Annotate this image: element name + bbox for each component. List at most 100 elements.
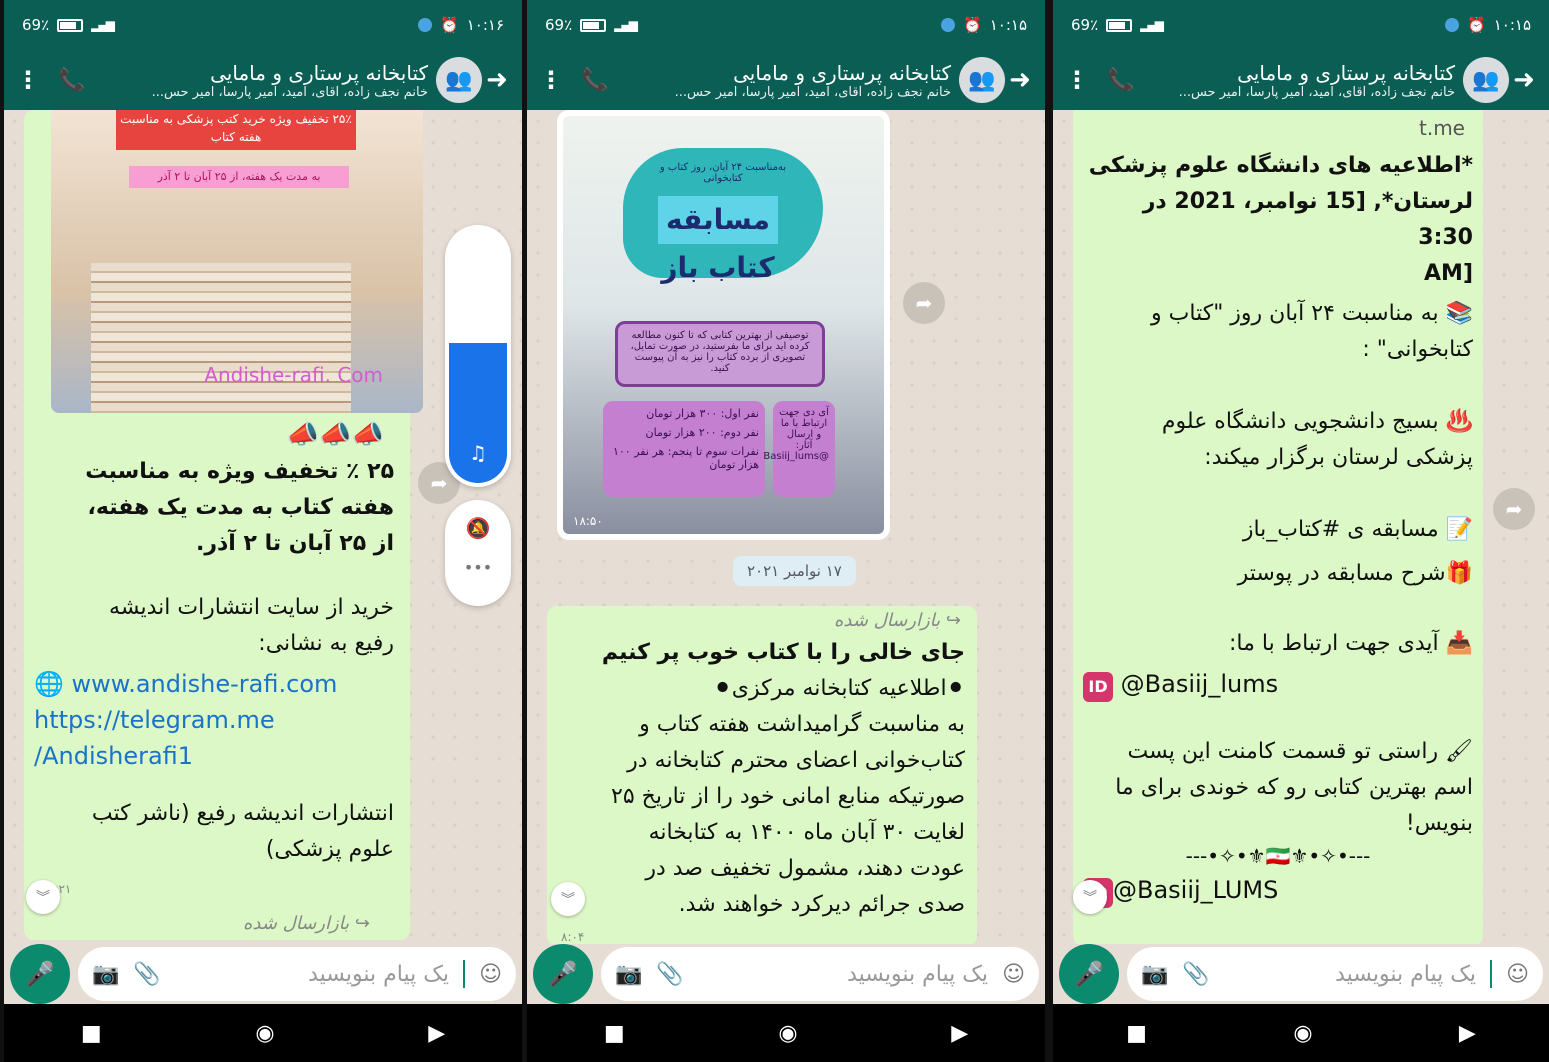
books-illustration (91, 263, 351, 413)
back-icon[interactable]: ▶ (428, 1021, 445, 1046)
input-bar: 🎤 📷 📎 یک پیام بنویسید ☺ (4, 944, 522, 1004)
recents-icon[interactable]: ■ (604, 1021, 625, 1046)
prize-third: نفرات سوم تا پنجم: هر نفر ۱۰۰ هزار تومان (612, 445, 759, 471)
chat-title-box[interactable]: کتابخانه پرستاری و مامایی خانم نجف زاده،… (625, 61, 959, 100)
status-bar: 69٪ ▂▄▆ ⏰ ۱۰:۱۵ (527, 0, 1045, 50)
input-bar: 🎤 📷 📎 یک پیام بنویسید ☺ (1053, 944, 1549, 1004)
chat-header: ⋮ 📞 کتابخانه پرستاری و مامایی خانم نجف ز… (1053, 50, 1549, 110)
message-input[interactable]: 📷 📎 یک پیام بنویسید ☺ (78, 947, 516, 1001)
more-options-icon[interactable]: ⋮ (1063, 66, 1091, 94)
message-input[interactable]: 📷 📎 یک پیام بنویسید ☺ (1127, 947, 1543, 1001)
contact-id-1[interactable]: ID @Basiij_lums (1083, 670, 1473, 702)
message-text: 📥 آیدی جهت ارتباط با ما: (1229, 631, 1473, 656)
link-website[interactable]: 🌐 www.andishe-rafi.com (34, 666, 394, 702)
forward-button[interactable]: ➦ (1493, 488, 1535, 530)
chat-title: کتابخانه پرستاری و مامایی (210, 60, 428, 85)
recents-icon[interactable]: ■ (81, 1021, 102, 1046)
recents-icon[interactable]: ■ (1126, 1021, 1147, 1046)
camera-icon[interactable]: 📷 (1141, 962, 1168, 987)
add-call-icon[interactable]: 📞 (565, 68, 625, 93)
back-icon[interactable]: ▶ (951, 1021, 968, 1046)
chat-title: کتابخانه پرستاری و مامایی (1237, 60, 1455, 85)
home-icon[interactable]: ◉ (255, 1021, 274, 1046)
back-arrow-icon[interactable]: ➜ (1005, 65, 1035, 95)
home-icon[interactable]: ◉ (778, 1021, 797, 1046)
attach-icon[interactable]: 📎 (1182, 962, 1209, 987)
status-bar: 69٪ ▂▄▆ ⏰ ۱۰:۱۶ (4, 0, 522, 50)
mic-button[interactable]: 🎤 (533, 944, 593, 1004)
mic-button[interactable]: 🎤 (1059, 944, 1119, 1004)
back-arrow-icon[interactable]: ➜ (1509, 65, 1539, 95)
message-text: به مناسبت گرامیداشت هفته کتاب و کتاب‌خوا… (611, 712, 965, 917)
volume-slider[interactable]: ♫ (445, 225, 511, 487)
volume-panel: 🔕 ••• (445, 500, 511, 606)
emoji-icon[interactable]: ☺ (479, 962, 502, 987)
text-cursor (463, 960, 466, 988)
notification-icon (941, 18, 956, 32)
more-icon[interactable]: ••• (445, 558, 511, 577)
group-avatar[interactable]: 👥 (1463, 57, 1509, 103)
signal-icon: ▂▄▆ (1140, 18, 1164, 32)
scroll-down-button[interactable]: ︾ (551, 882, 585, 916)
text-cursor (1490, 960, 1493, 988)
mute-bell-icon[interactable]: 🔕 (445, 516, 511, 540)
message-bubble[interactable]: t.me *اطلاعیه های دانشگاه علوم پزشکی لرس… (1073, 110, 1483, 944)
more-options-icon[interactable]: ⋮ (537, 66, 565, 94)
message-headline: *اطلاعیه های دانشگاه علوم پزشکی لرستان*,… (1088, 153, 1473, 286)
megaphone-icons: 📣📣📣 (286, 420, 384, 450)
poster-description: توصیفی از بهترین کتابی که تا کنون مطالعه… (615, 321, 825, 387)
phone-screen-1: 69٪ ▂▄▆ ⏰ ۱۰:۱۶ ⋮ 📞 کتابخانه پرستاری و مام… (4, 0, 522, 1062)
back-icon[interactable]: ▶ (1459, 1021, 1476, 1046)
message-bubble[interactable]: ۲۵٪ تخفیف ویژه خرید کتب پزشکی به مناسبت … (24, 110, 423, 940)
chat-members: خانم نجف زاده، آقای، امید، امیر پارسا، ا… (151, 84, 428, 100)
home-icon[interactable]: ◉ (1293, 1021, 1312, 1046)
forward-button[interactable]: ➦ (903, 282, 945, 324)
scroll-down-button[interactable]: ︾ (26, 880, 60, 914)
clock: ۱۰:۱۵ (1493, 16, 1531, 34)
id-icon: ID (1083, 672, 1113, 702)
link-preview-domain[interactable]: t.me (1083, 116, 1473, 140)
link-telegram[interactable]: https://telegram.me /Andisherafi1 (34, 702, 394, 774)
camera-icon[interactable]: 📷 (92, 962, 119, 987)
globe-icon: 🌐 (34, 670, 64, 698)
clock: ۱۰:۱۵ (989, 16, 1027, 34)
battery-level: 69٪ (545, 16, 573, 34)
camera-icon[interactable]: 📷 (615, 962, 642, 987)
nav-bar: ■ ◉ ▶ (4, 1004, 522, 1062)
mic-button[interactable]: 🎤 (10, 944, 70, 1004)
attach-icon[interactable]: 📎 (656, 962, 683, 987)
chat-area[interactable]: ۲۵٪ تخفیف ویژه خرید کتب پزشکی به مناسبت … (4, 110, 522, 944)
emoji-icon[interactable]: ☺ (1506, 962, 1529, 987)
add-call-icon[interactable]: 📞 (1091, 68, 1151, 93)
prize-first: نفر اول: ۳۰۰ هزار تومان (646, 407, 759, 420)
message-text: ۲۵ ٪ تخفیف ویژه به مناسبت هفته کتاب به م… (85, 459, 394, 556)
message-headline: جای خالی را با کتاب خوب پر کنیم (601, 640, 965, 665)
chat-title-box[interactable]: کتابخانه پرستاری و مامایی خانم نجف زاده،… (102, 61, 436, 100)
forwarded-text: بازارسال شده (242, 913, 350, 934)
chat-area[interactable]: به‌مناسبت ۲۴ آبان، روز کتاب و کتابخوانی … (527, 110, 1045, 944)
message-bubble[interactable]: ↪ بازارسال شده جای خالی را با کتاب خوب پ… (547, 606, 977, 944)
chat-header: ⋮ 📞 کتابخانه پرستاری و مامایی خانم نجف ز… (527, 50, 1045, 110)
alarm-icon: ⏰ (1467, 16, 1486, 34)
scroll-down-button[interactable]: ︾ (1073, 880, 1107, 914)
battery-level: 69٪ (22, 16, 50, 34)
more-options-icon[interactable]: ⋮ (14, 66, 42, 94)
add-call-icon[interactable]: 📞 (42, 68, 102, 93)
chat-title-box[interactable]: کتابخانه پرستاری و مامایی خانم نجف زاده،… (1151, 61, 1463, 100)
chat-area[interactable]: t.me *اطلاعیه های دانشگاه علوم پزشکی لرس… (1053, 110, 1549, 944)
group-avatar[interactable]: 👥 (959, 57, 1005, 103)
emoji-icon[interactable]: ☺ (1002, 962, 1025, 987)
prize-second: نفر دوم: ۲۰۰ هزار تومان (645, 426, 759, 439)
message-time: ۱۸:۵۰ (573, 514, 603, 528)
back-arrow-icon[interactable]: ➜ (482, 65, 512, 95)
poster-image[interactable]: به‌مناسبت ۲۴ آبان، روز کتاب و کتابخوانی … (557, 110, 890, 540)
contact-id-2[interactable]: ID@Basiij_LUMS (1083, 876, 1473, 908)
poster-image[interactable]: ۲۵٪ تخفیف ویژه خرید کتب پزشکی به مناسبت … (51, 110, 423, 413)
message-time: ۸:۰۴ (561, 930, 585, 944)
signal-icon: ▂▄▆ (91, 18, 115, 32)
attach-icon[interactable]: 📎 (133, 962, 160, 987)
group-avatar[interactable]: 👥 (436, 57, 482, 103)
music-note-icon: ♫ (469, 441, 487, 465)
message-input[interactable]: 📷 📎 یک پیام بنویسید ☺ (601, 947, 1039, 1001)
clock: ۱۰:۱۶ (466, 16, 504, 34)
